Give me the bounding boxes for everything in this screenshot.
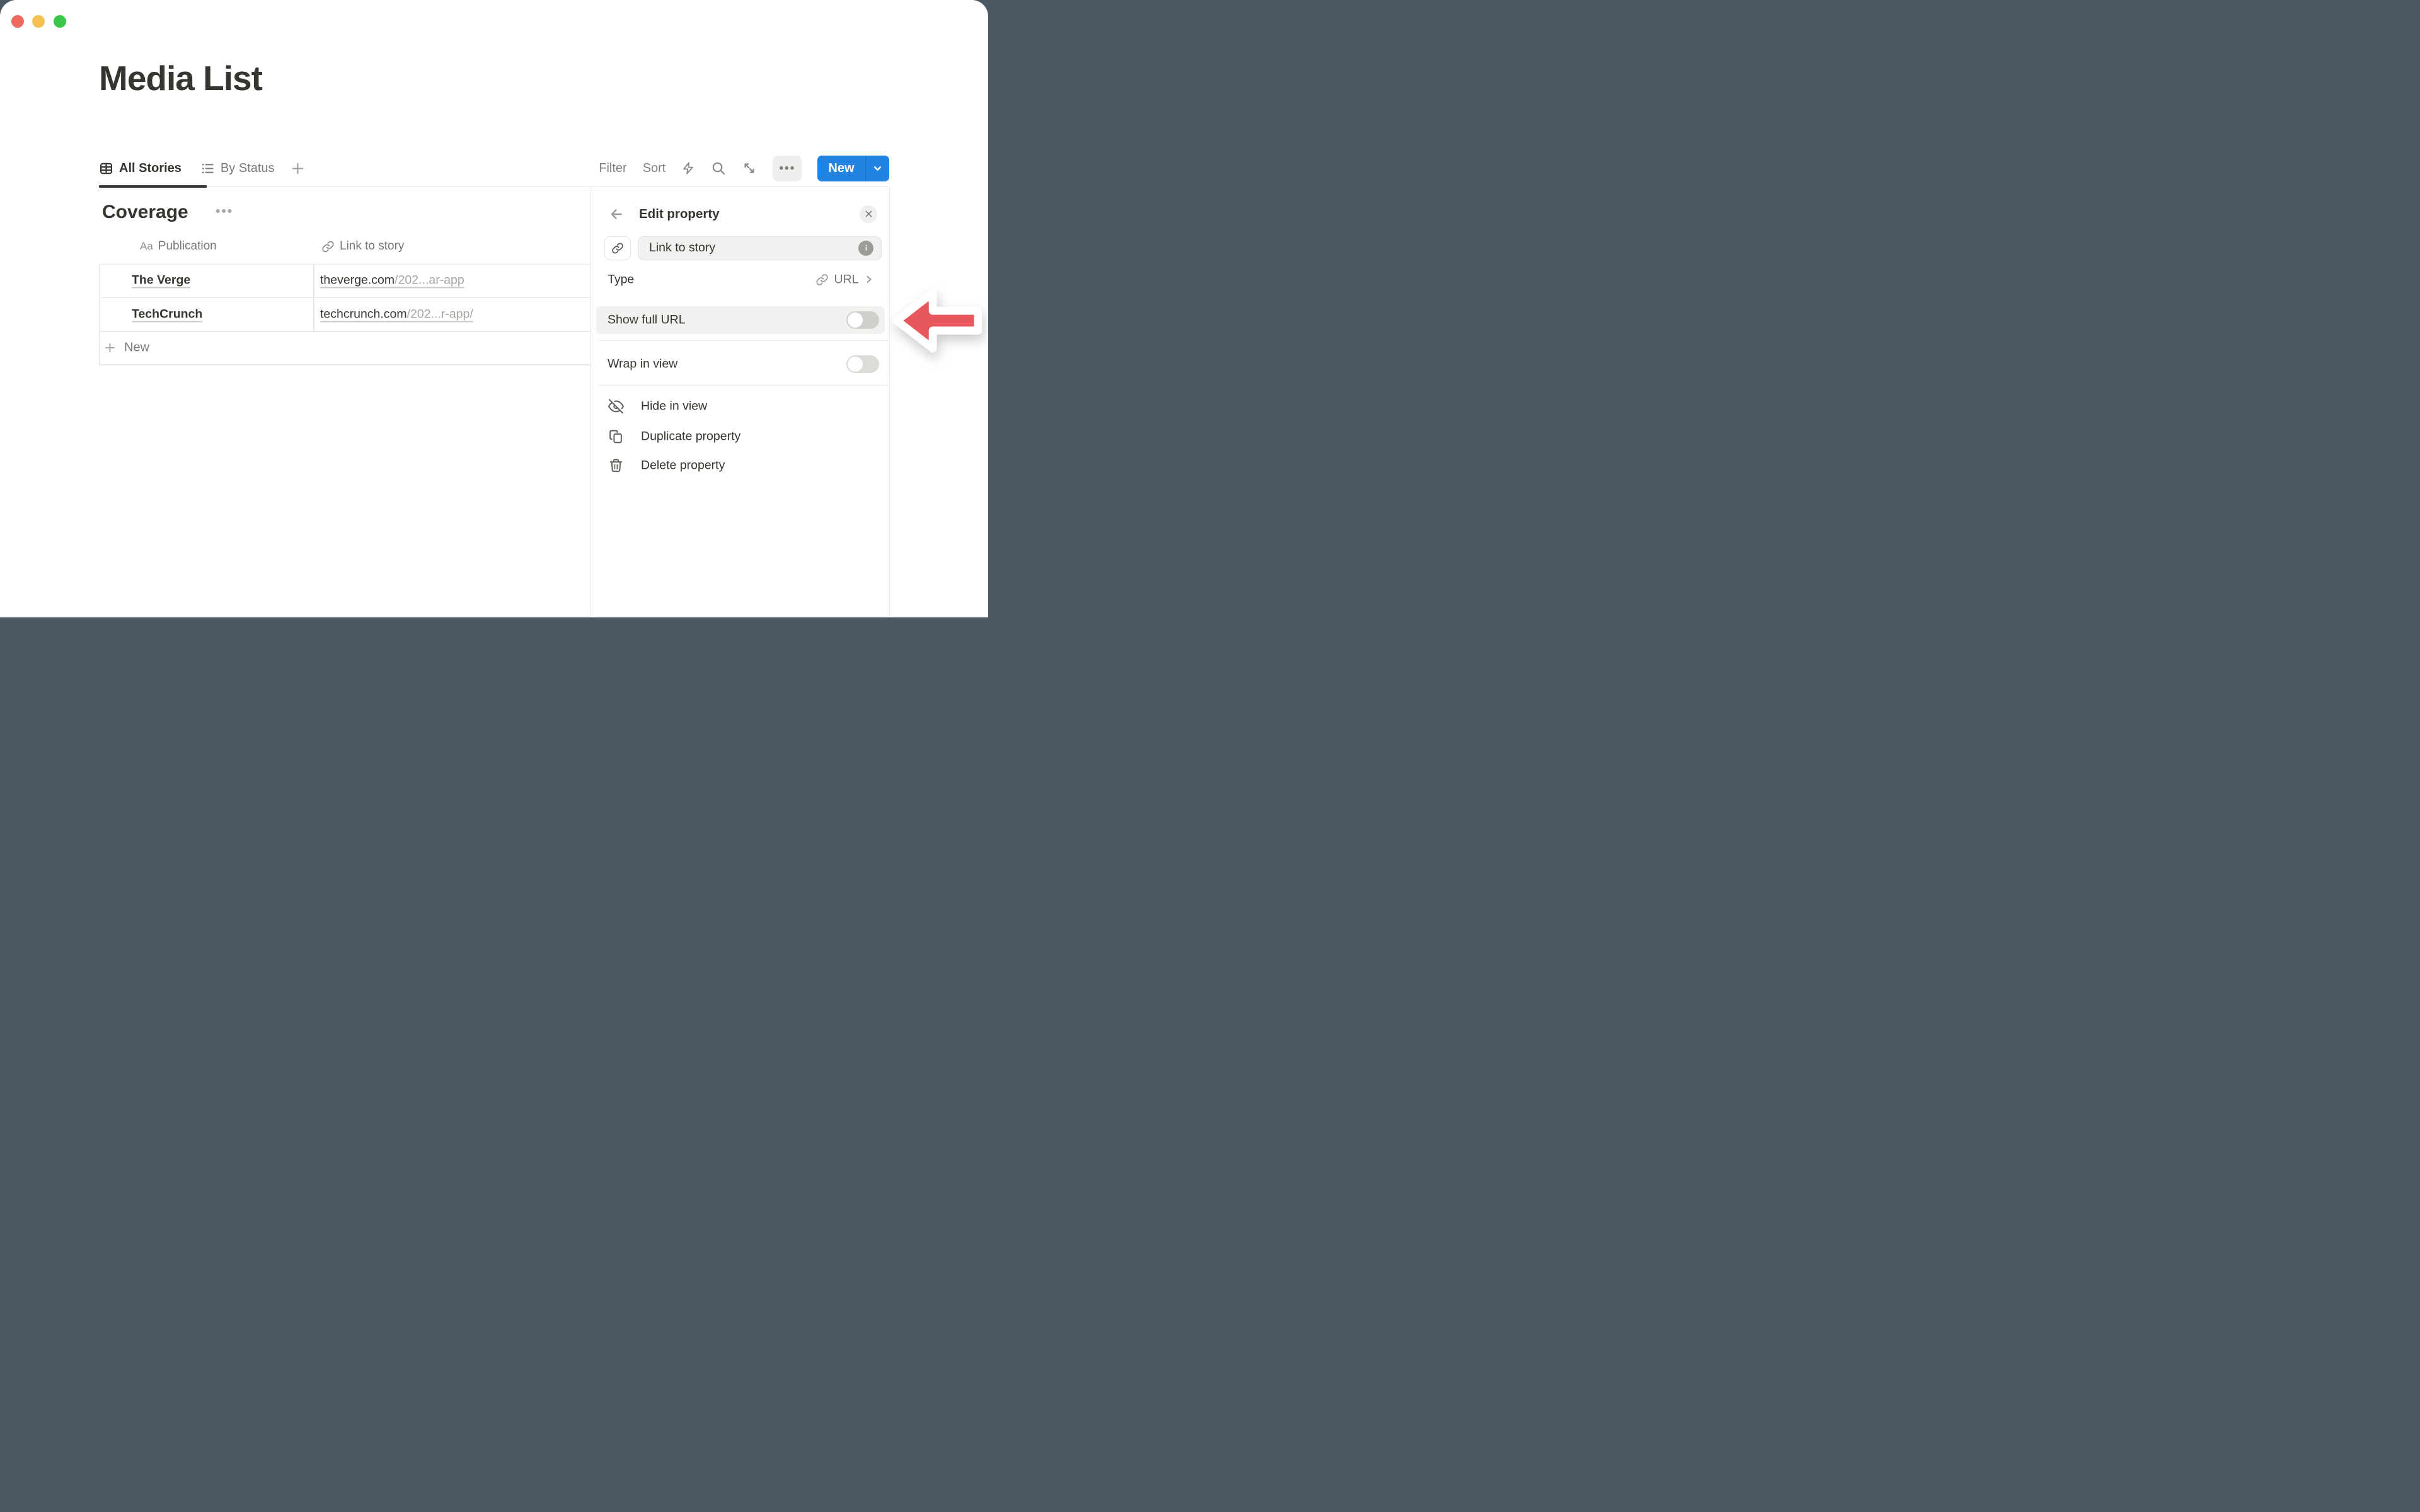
view-toolbar: All Stories By Status — [99, 150, 889, 187]
cell-link[interactable]: theverge.com/202...ar-app — [320, 273, 464, 288]
page-title: Media List — [99, 59, 262, 98]
tab-label: All Stories — [119, 161, 182, 176]
back-button[interactable] — [608, 206, 625, 222]
cell-publication[interactable]: TechCrunch — [132, 307, 202, 322]
new-row-button[interactable]: New — [103, 341, 149, 355]
row-divider — [99, 264, 591, 265]
new-button[interactable]: New — [817, 156, 865, 181]
url-truncated: /202...ar-app — [395, 273, 464, 287]
ellipsis-icon: ••• — [779, 163, 795, 175]
plus-icon — [290, 161, 306, 176]
close-window-button[interactable] — [11, 15, 24, 28]
minimize-window-button[interactable] — [32, 15, 45, 28]
column-label: Link to story — [340, 239, 404, 253]
column-header-publication[interactable]: Aa Publication — [140, 239, 217, 253]
menu-item-label: Delete property — [641, 458, 725, 472]
close-panel-button[interactable] — [860, 205, 877, 223]
filter-button[interactable]: Filter — [599, 161, 626, 176]
app-window: Media List All Stories — [0, 0, 988, 617]
cell-link[interactable]: techcrunch.com/202...r-app/ — [320, 307, 473, 322]
trash-icon — [608, 457, 624, 473]
list-icon — [200, 161, 215, 176]
search-icon[interactable] — [711, 161, 726, 176]
more-options-button[interactable]: ••• — [773, 156, 802, 181]
info-icon[interactable] — [858, 241, 873, 256]
column-divider — [313, 264, 314, 331]
type-row-value[interactable]: URL — [815, 272, 873, 287]
text-type-icon: Aa — [140, 240, 153, 253]
duplicate-icon — [608, 428, 624, 444]
tab-label: By Status — [221, 161, 275, 176]
new-row-label: New — [124, 341, 149, 355]
arrow-left-icon — [608, 206, 625, 222]
view-tabs: All Stories By Status — [99, 150, 306, 186]
url-truncated: /202...r-app/ — [407, 307, 473, 321]
tab-by-status[interactable]: By Status — [200, 161, 275, 176]
url-domain: techcrunch.com — [320, 307, 407, 321]
arrow-left-sticker-icon — [890, 284, 984, 358]
toggle-knob — [848, 357, 863, 372]
add-view-button[interactable] — [290, 161, 306, 176]
expand-icon[interactable] — [742, 161, 757, 176]
lightning-icon[interactable] — [681, 161, 695, 175]
active-tab-underline — [99, 185, 207, 188]
red-arrow-annotation — [890, 284, 984, 358]
wrap-in-view-toggle[interactable] — [846, 355, 879, 373]
panel-title: Edit property — [639, 207, 720, 222]
database-title: Coverage — [102, 202, 188, 223]
property-name-input[interactable] — [649, 241, 858, 255]
column-header-link[interactable]: Link to story — [321, 239, 404, 253]
sort-button[interactable]: Sort — [643, 161, 666, 176]
wrap-in-view-label: Wrap in view — [608, 357, 677, 371]
property-name-field[interactable] — [638, 236, 882, 260]
show-full-url-label: Show full URL — [608, 312, 686, 327]
tab-all-stories[interactable]: All Stories — [99, 161, 182, 176]
link-icon — [815, 273, 829, 286]
table-left-edge — [99, 264, 100, 365]
new-split-button: New — [817, 156, 889, 181]
edit-property-panel: Edit property Type — [591, 187, 890, 618]
link-icon — [321, 240, 335, 253]
table-icon — [99, 161, 113, 176]
panel-divider — [598, 385, 889, 386]
menu-item-label: Duplicate property — [641, 429, 740, 444]
close-icon — [864, 209, 873, 219]
plus-icon — [103, 341, 117, 355]
row-divider — [99, 331, 591, 332]
link-icon — [611, 242, 624, 255]
url-domain: theverge.com — [320, 273, 395, 287]
database-menu-button[interactable]: ••• — [216, 204, 233, 219]
menu-item-label: Hide in view — [641, 399, 707, 413]
info-glyph — [862, 244, 870, 252]
column-label: Publication — [158, 239, 217, 253]
type-row-label: Type — [608, 272, 634, 287]
zoom-window-button[interactable] — [54, 15, 66, 28]
eye-off-icon — [608, 398, 624, 414]
screenshot-canvas: Media List All Stories — [0, 0, 988, 617]
toolbar-actions: Filter Sort •• — [599, 156, 889, 181]
row-divider — [99, 297, 591, 299]
chevron-down-icon — [872, 163, 883, 174]
row-divider — [99, 364, 591, 365]
toggle-knob — [848, 312, 863, 328]
show-full-url-toggle[interactable] — [846, 311, 879, 329]
new-button-dropdown[interactable] — [866, 156, 889, 181]
cell-publication[interactable]: The Verge — [132, 273, 190, 288]
type-value: URL — [834, 272, 858, 287]
chevron-right-icon — [864, 275, 874, 285]
property-type-icon-button[interactable] — [604, 236, 631, 260]
panel-divider — [598, 340, 889, 341]
